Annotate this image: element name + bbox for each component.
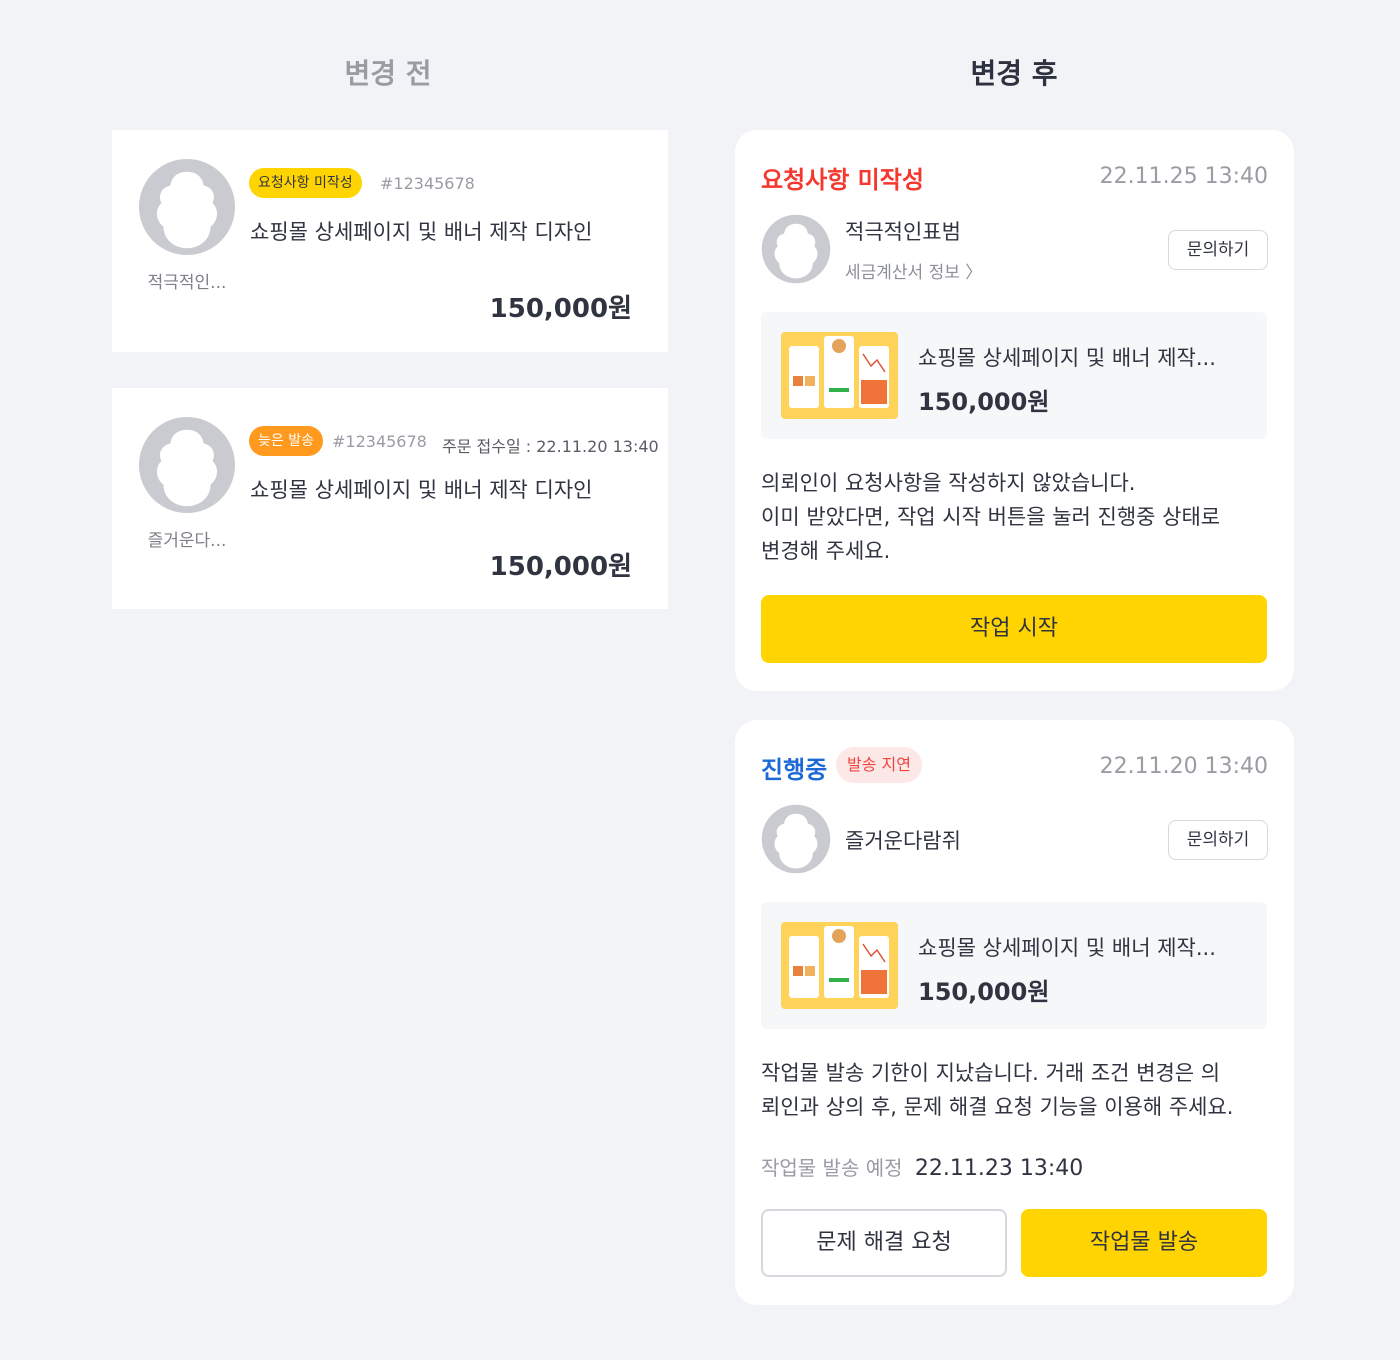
inquiry-button[interactable]: 문의하기 bbox=[1168, 820, 1268, 860]
tax-invoice-link[interactable]: 세금계산서 정보 〉 bbox=[845, 258, 982, 283]
status-message: 작업물 발송 기한이 지났습니다. 거래 조건 변경은 의 뢰인과 상의 후, … bbox=[761, 1056, 1271, 1124]
problem-resolution-button[interactable]: 문제 해결 요청 bbox=[761, 1209, 1007, 1277]
message-line: 변경해 주세요. bbox=[761, 539, 891, 563]
order-number: #12345678 bbox=[332, 432, 427, 451]
product-thumbnail bbox=[781, 332, 898, 419]
order-price: 150,000원 bbox=[489, 294, 632, 324]
order-card-old[interactable]: 적극적인... 요청사항 미작성 #12345678 쇼핑몰 상세페이지 및 배… bbox=[112, 130, 668, 352]
order-card-old[interactable]: 즐거운다... 늦은 발송 #12345678 주문 접수일 : 22.11.2… bbox=[112, 388, 668, 609]
message-line: 이미 받았다면, 작업 시작 버튼을 눌러 진행중 상태로 bbox=[761, 505, 1221, 529]
before-column-title: 변경 전 bbox=[344, 57, 432, 90]
product-title: 쇼핑몰 상세페이지 및 배너 제작... bbox=[918, 936, 1216, 960]
schedule-label: 작업물 발송 예정 bbox=[761, 1156, 903, 1180]
product-price: 150,000원 bbox=[918, 388, 1050, 416]
product-price: 150,000원 bbox=[918, 978, 1050, 1006]
delay-badge: 발송 지연 bbox=[836, 747, 922, 783]
inquiry-button[interactable]: 문의하기 bbox=[1168, 230, 1268, 270]
order-card-new: 진행중 발송 지연 22.11.20 13:40 즐거운다람쥐 문의하기 쇼핑몰… bbox=[735, 720, 1294, 1305]
seller-name: 적극적인... bbox=[147, 273, 227, 293]
avatar-placeholder-icon bbox=[761, 214, 831, 284]
order-date: 22.11.20 13:40 bbox=[1099, 754, 1268, 779]
message-line: 뢰인과 상의 후, 문제 해결 요청 기능을 이용해 주세요. bbox=[761, 1095, 1234, 1119]
client-name: 적극적인표범 bbox=[845, 220, 961, 244]
message-line: 의뢰인이 요청사항을 작성하지 않았습니다. bbox=[761, 471, 1136, 495]
product-summary[interactable]: 쇼핑몰 상세페이지 및 배너 제작... 150,000원 bbox=[761, 312, 1267, 439]
avatar-placeholder-icon bbox=[761, 804, 831, 874]
order-status: 진행중 bbox=[761, 756, 828, 784]
status-badge: 요청사항 미작성 bbox=[249, 168, 362, 198]
order-card-new: 요청사항 미작성 22.11.25 13:40 적극적인표범 세금계산서 정보 … bbox=[735, 130, 1294, 691]
product-summary[interactable]: 쇼핑몰 상세페이지 및 배너 제작... 150,000원 bbox=[761, 902, 1267, 1029]
order-price: 150,000원 bbox=[489, 552, 632, 582]
order-title: 쇼핑몰 상세페이지 및 배너 제작 디자인 bbox=[250, 220, 593, 244]
start-work-button[interactable]: 작업 시작 bbox=[761, 595, 1267, 663]
after-column-title: 변경 후 bbox=[970, 57, 1058, 90]
status-badge: 늦은 발송 bbox=[249, 426, 323, 456]
avatar-placeholder-icon bbox=[138, 158, 236, 256]
schedule-date: 22.11.23 13:40 bbox=[914, 1156, 1084, 1181]
order-status: 요청사항 미작성 bbox=[761, 166, 924, 194]
delivery-schedule: 작업물 발송 예정 22.11.23 13:40 bbox=[761, 1152, 1083, 1181]
order-date: 22.11.25 13:40 bbox=[1099, 164, 1268, 189]
order-received-date: 주문 접수일 : 22.11.20 13:40 bbox=[442, 437, 659, 456]
order-number: #12345678 bbox=[380, 174, 475, 193]
avatar-placeholder-icon bbox=[138, 416, 236, 514]
message-line: 작업물 발송 기한이 지났습니다. 거래 조건 변경은 의 bbox=[761, 1061, 1221, 1085]
status-message: 의뢰인이 요청사항을 작성하지 않았습니다. 이미 받았다면, 작업 시작 버튼… bbox=[761, 466, 1271, 568]
order-title: 쇼핑몰 상세페이지 및 배너 제작 디자인 bbox=[250, 478, 593, 502]
client-name: 즐거운다람쥐 bbox=[845, 829, 961, 853]
product-title: 쇼핑몰 상세페이지 및 배너 제작... bbox=[918, 346, 1216, 370]
seller-name: 즐거운다... bbox=[147, 531, 227, 551]
product-thumbnail bbox=[781, 922, 898, 1009]
deliver-work-button[interactable]: 작업물 발송 bbox=[1021, 1209, 1267, 1277]
